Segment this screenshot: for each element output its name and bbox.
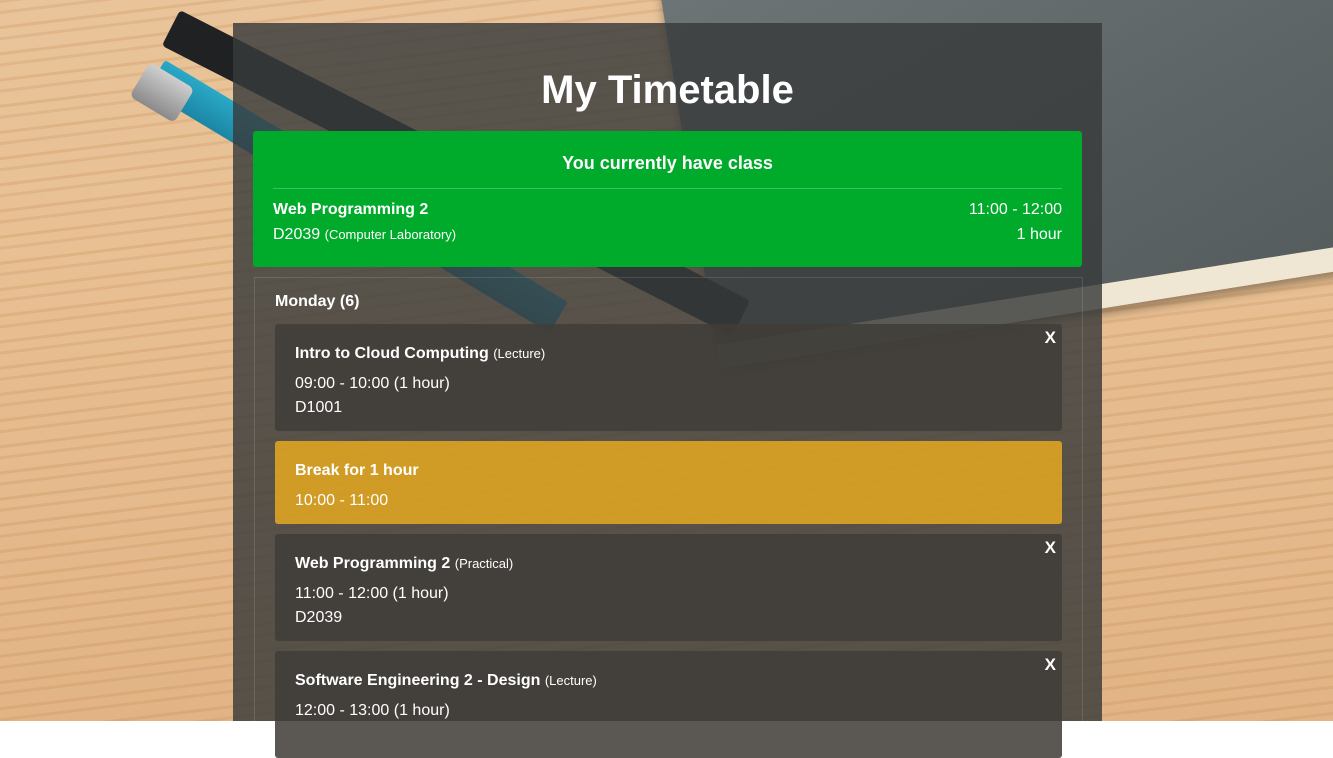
- class-type: (Practical): [454, 556, 514, 571]
- current-class-time: 11:00 - 12:00: [968, 201, 1062, 218]
- page-title: My Timetable: [541, 68, 794, 112]
- remove-class-button[interactable]: X: [1045, 538, 1056, 558]
- current-class-room: D2039: [273, 226, 321, 243]
- class-room: D2039: [295, 609, 343, 626]
- current-class-name: Web Programming 2: [273, 201, 429, 218]
- break-card: Break for 1 hour 10:00 - 11:00: [275, 441, 1062, 524]
- break-time: 10:00 - 11:00: [295, 492, 389, 509]
- class-card[interactable]: X Web Programming 2 (Practical) 11:00 - …: [275, 534, 1062, 641]
- class-card[interactable]: X Intro to Cloud Computing (Lecture) 09:…: [275, 324, 1062, 431]
- current-class-banner: You currently have class Web Programming…: [253, 131, 1082, 267]
- class-card[interactable]: X Software Engineering 2 - Design (Lectu…: [275, 651, 1062, 758]
- class-name: Software Engineering 2 - Design: [295, 672, 541, 689]
- remove-class-button[interactable]: X: [1045, 328, 1056, 348]
- class-type: (Lecture): [544, 673, 597, 688]
- class-name: Intro to Cloud Computing: [295, 345, 489, 362]
- timetable-panel: My Timetable You currently have class We…: [233, 23, 1102, 758]
- current-class-heading: You currently have class: [562, 153, 773, 173]
- class-time: 11:00 - 12:00 (1 hour): [295, 585, 449, 602]
- class-time: 12:00 - 13:00 (1 hour): [295, 702, 450, 719]
- current-class-divider: [273, 188, 1062, 189]
- current-class-duration: 1 hour: [1016, 226, 1062, 243]
- class-time: 09:00 - 10:00 (1 hour): [295, 375, 450, 392]
- remove-class-button[interactable]: X: [1045, 655, 1056, 675]
- current-class-room-type: (Computer Laboratory): [324, 227, 457, 242]
- day-section-monday: Monday (6) X Intro to Cloud Computing (L…: [254, 277, 1083, 758]
- class-name: Web Programming 2: [295, 555, 451, 572]
- break-title: Break for 1 hour: [295, 462, 419, 479]
- class-room: D1001: [295, 399, 343, 416]
- day-title: Monday (6): [275, 293, 360, 310]
- class-type: (Lecture): [493, 346, 546, 361]
